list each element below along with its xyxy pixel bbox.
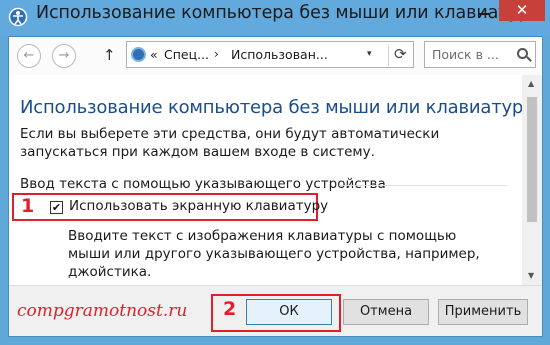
up-button[interactable]: ↑ [103,46,116,64]
navigation-bar: ← → ↑ « Спец... › Использован... ▾ ⟳ Пои… [9,37,542,75]
back-button[interactable]: ← [17,44,41,68]
checkbox-description: Вводите текст с изображения клавиатуры с… [68,228,480,280]
title-bar: Использование компьютера без мыши или кл… [0,0,550,36]
breadcrumb-item-special[interactable]: Спец... [164,47,209,62]
chevron-down-icon[interactable]: ▾ [367,49,372,59]
page-description: Если вы выберете эти средства, они будут… [20,126,440,160]
scrollbar-thumb[interactable] [527,97,537,222]
location-icon [131,47,146,62]
annotation-number-1: 1 [21,195,35,217]
breadcrumb-item-current[interactable]: Использован... [231,47,328,62]
section-divider [339,185,507,186]
search-placeholder: Поиск в ... [432,47,499,62]
search-box[interactable]: Поиск в ... [424,41,536,68]
arrow-right-icon: → [58,48,70,63]
ok-button[interactable]: ОК [246,299,332,325]
minimize-button[interactable] [469,0,498,21]
annotation-number-2: 2 [223,298,237,320]
section-heading: Ввод текста с помощью указывающего устро… [20,176,386,192]
checkmark-icon: ✔ [51,201,62,214]
button-bar: compgramotnost.ru 2 ОК Отмена Применить [9,285,542,336]
breadcrumb-prefix[interactable]: « [150,47,158,62]
watermark: compgramotnost.ru [17,301,188,321]
scroll-up-icon[interactable]: ▲ [528,79,534,88]
chevron-right-icon: › [214,47,219,61]
on-screen-keyboard-checkbox[interactable]: ✔ [50,201,63,214]
vertical-scrollbar[interactable]: ▲ ▼ [522,75,542,285]
search-icon[interactable] [517,48,528,59]
control-panel-icon [8,7,28,27]
arrow-up-icon: ↑ [103,46,116,64]
forward-button[interactable]: → [52,44,76,68]
cancel-button[interactable]: Отмена [343,299,429,325]
arrow-left-icon: ← [23,48,35,63]
scroll-down-icon[interactable]: ▼ [528,271,534,280]
window-title: Использование компьютера без мыши или кл… [36,3,544,23]
close-button[interactable]: ✕ [499,0,545,21]
apply-button[interactable]: Применить [438,299,528,325]
page-title: Использование компьютера без мыши или кл… [20,97,538,118]
main-content: Использование компьютера без мыши или кл… [9,75,542,280]
refresh-icon[interactable]: ⟳ [388,45,407,66]
checkbox-label[interactable]: Использовать экранную клавиатуру [69,198,328,214]
address-bar[interactable]: « Спец... › Использован... ▾ ⟳ [126,41,414,68]
dialog-window: ← → ↑ « Спец... › Использован... ▾ ⟳ Пои… [8,36,543,337]
